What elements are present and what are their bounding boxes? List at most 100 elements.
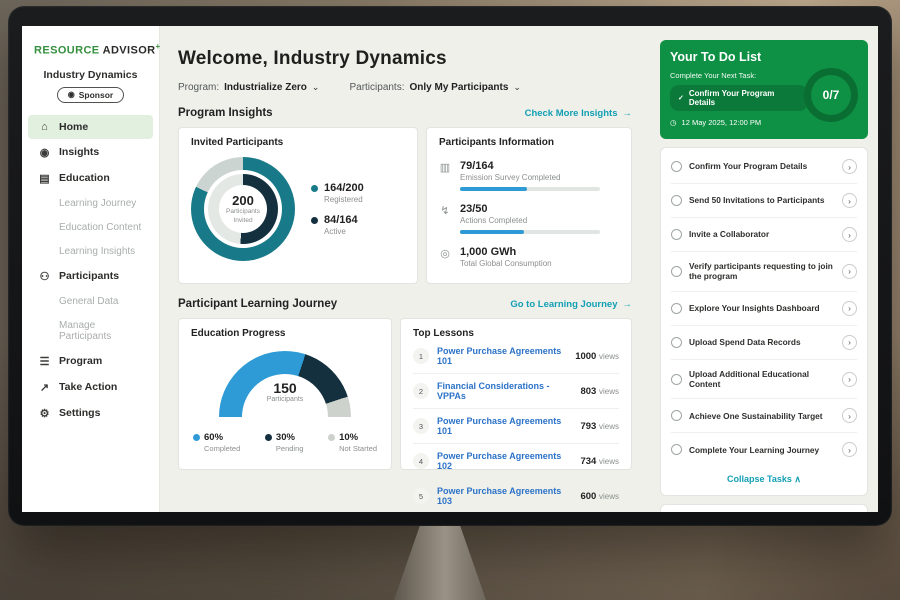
sidebar-item-label: Home	[59, 121, 88, 133]
lesson-link[interactable]: Power Purchase Agreements 103	[437, 486, 572, 506]
chevron-right-icon[interactable]: ›	[842, 335, 857, 350]
task-row[interactable]: Explore Your Insights Dashboard ›	[671, 292, 857, 326]
program-select[interactable]: Program: Industrialize Zero ⌄	[178, 82, 319, 93]
sidebar-item-participants[interactable]: ⚇ Participants	[28, 264, 153, 289]
task-checkbox[interactable]	[671, 337, 682, 348]
sidebar-item-insights[interactable]: ◉ Insights	[28, 140, 153, 165]
go-to-learning-journey-link[interactable]: Go to Learning Journey →	[510, 299, 632, 310]
top-lessons-card: Top Lessons 1 Power Purchase Agreements …	[400, 318, 632, 470]
task-checkbox[interactable]	[671, 410, 682, 421]
todo-panel: Your To Do List Complete Your Next Task:…	[660, 40, 868, 512]
chevron-right-icon[interactable]: ›	[842, 301, 857, 316]
task-checkbox[interactable]	[671, 229, 682, 240]
actions-icon: ↯	[439, 204, 451, 234]
arrow-right-icon: →	[623, 108, 633, 119]
collapse-label: Collapse Tasks	[727, 474, 792, 484]
task-row[interactable]: Send 50 Invitations to Participants ›	[671, 184, 857, 218]
legend-item: 60% Completed	[193, 432, 240, 453]
chevron-right-icon[interactable]: ›	[842, 408, 857, 423]
task-row[interactable]: Upload Spend Data Records ›	[671, 326, 857, 360]
lesson-views: 1000 views	[575, 351, 619, 362]
task-label: Achieve One Sustainability Target	[689, 411, 835, 421]
task-row[interactable]: Upload Additional Educational Content ›	[671, 360, 857, 400]
lesson-rank: 3	[413, 418, 429, 434]
metric-value: 1,000 GWh	[460, 246, 552, 258]
sidebar-item-learning-journey[interactable]: Learning Journey	[28, 192, 153, 215]
task-row[interactable]: Verify participants requesting to join t…	[671, 252, 857, 292]
gauge-center: 150 Participants	[219, 380, 351, 403]
legend-dot-active	[311, 217, 318, 224]
sidebar-item-label: Learning Insights	[59, 246, 135, 257]
sidebar-item-label: Education Content	[59, 222, 141, 233]
sponsor-label: Sponsor	[79, 90, 113, 100]
task-row[interactable]: Complete Your Learning Journey ›	[671, 433, 857, 466]
main-content: Welcome, Industry Dynamics Program: Indu…	[160, 26, 650, 512]
participants-select-value: Only My Participants	[410, 82, 509, 93]
progress-bar	[460, 187, 600, 191]
chevron-down-icon: ⌄	[312, 82, 320, 93]
education-icon: ▤	[38, 172, 51, 185]
legend-item: 30% Pending	[265, 432, 304, 453]
survey-icon: ▥	[439, 161, 451, 191]
todo-progress-value: 0/7	[811, 75, 851, 115]
sidebar-item-label: Settings	[59, 407, 100, 419]
sidebar-item-settings[interactable]: ⚙ Settings	[28, 401, 153, 426]
take-action-icon: ↗	[38, 381, 51, 394]
task-checkbox[interactable]	[671, 266, 682, 277]
invited-participants-card: Invited Participants 200 Participants In…	[178, 127, 418, 284]
chevron-right-icon[interactable]: ›	[842, 264, 857, 279]
task-checkbox[interactable]	[671, 195, 682, 206]
sidebar-item-education[interactable]: ▤ Education	[28, 166, 153, 191]
legend-label: Active	[324, 227, 358, 236]
sidebar-item-education-content[interactable]: Education Content	[28, 216, 153, 239]
participants-information-card: Participants Information ▥ 79/164 Emissi…	[426, 127, 632, 284]
task-row[interactable]: Invite a Collaborator ›	[671, 218, 857, 252]
task-row[interactable]: Confirm Your Program Details ›	[671, 150, 857, 184]
task-checkbox[interactable]	[671, 374, 682, 385]
lesson-views: 803 views	[580, 386, 619, 397]
chevron-right-icon[interactable]: ›	[842, 227, 857, 242]
task-checkbox[interactable]	[671, 303, 682, 314]
participants-select-label: Participants:	[349, 82, 404, 93]
legend-item: 84/164 Active	[311, 214, 364, 236]
sidebar-item-label: Manage Participants	[59, 320, 143, 342]
card-title: Top Lessons	[413, 328, 619, 339]
lesson-link[interactable]: Financial Considerations - VPPAs	[437, 381, 572, 401]
chevron-right-icon[interactable]: ›	[842, 442, 857, 457]
legend-item: 164/200 Registered	[311, 182, 364, 204]
progress-bar	[460, 230, 600, 234]
legend-value: 30%	[276, 432, 295, 443]
sidebar-item-home[interactable]: ⌂ Home	[28, 115, 153, 139]
task-label: Upload Additional Educational Content	[689, 369, 835, 390]
sidebar-item-general-data[interactable]: General Data	[28, 290, 153, 313]
sidebar-item-program[interactable]: ☰ Program	[28, 349, 153, 374]
collapse-tasks-button[interactable]: Collapse Tasks ∧	[671, 466, 857, 491]
participants-select[interactable]: Participants: Only My Participants ⌄	[349, 82, 521, 93]
task-label: Upload Spend Data Records	[689, 337, 835, 347]
task-checkbox[interactable]	[671, 444, 682, 455]
lesson-link[interactable]: Power Purchase Agreements 102	[437, 451, 572, 471]
next-task-label: Confirm Your Program Details	[689, 89, 800, 107]
chevron-right-icon[interactable]: ›	[842, 193, 857, 208]
task-label: Invite a Collaborator	[689, 229, 835, 239]
sidebar-item-manage-participants[interactable]: Manage Participants	[28, 314, 153, 348]
task-row[interactable]: Achieve One Sustainability Target ›	[671, 399, 857, 433]
sponsor-badge: ◉ Sponsor	[57, 87, 124, 103]
todo-title: Your To Do List	[670, 50, 858, 64]
task-checkbox[interactable]	[671, 161, 682, 172]
task-label: Complete Your Learning Journey	[689, 445, 835, 455]
legend-value: 84/164	[324, 214, 358, 226]
metric-global-consumption: ◎ 1,000 GWh Total Global Consumption	[439, 246, 619, 268]
sidebar-item-take-action[interactable]: ↗ Take Action	[28, 375, 153, 400]
education-gauge-chart: 150 Participants	[219, 351, 351, 417]
chevron-right-icon[interactable]: ›	[842, 159, 857, 174]
sidebar-item-learning-insights[interactable]: Learning Insights	[28, 240, 153, 263]
due-date: 12 May 2025, 12:00 PM	[682, 118, 762, 127]
section-title-learning-journey: Participant Learning Journey	[178, 298, 337, 310]
recent-news-header[interactable]: Recent News	[660, 504, 868, 512]
chevron-right-icon[interactable]: ›	[842, 372, 857, 387]
lesson-link[interactable]: Power Purchase Agreements 101	[437, 346, 567, 366]
next-task-pill[interactable]: ✓ Confirm Your Program Details	[670, 85, 808, 111]
lesson-link[interactable]: Power Purchase Agreements 101	[437, 416, 572, 436]
check-more-insights-link[interactable]: Check More Insights →	[525, 108, 632, 119]
